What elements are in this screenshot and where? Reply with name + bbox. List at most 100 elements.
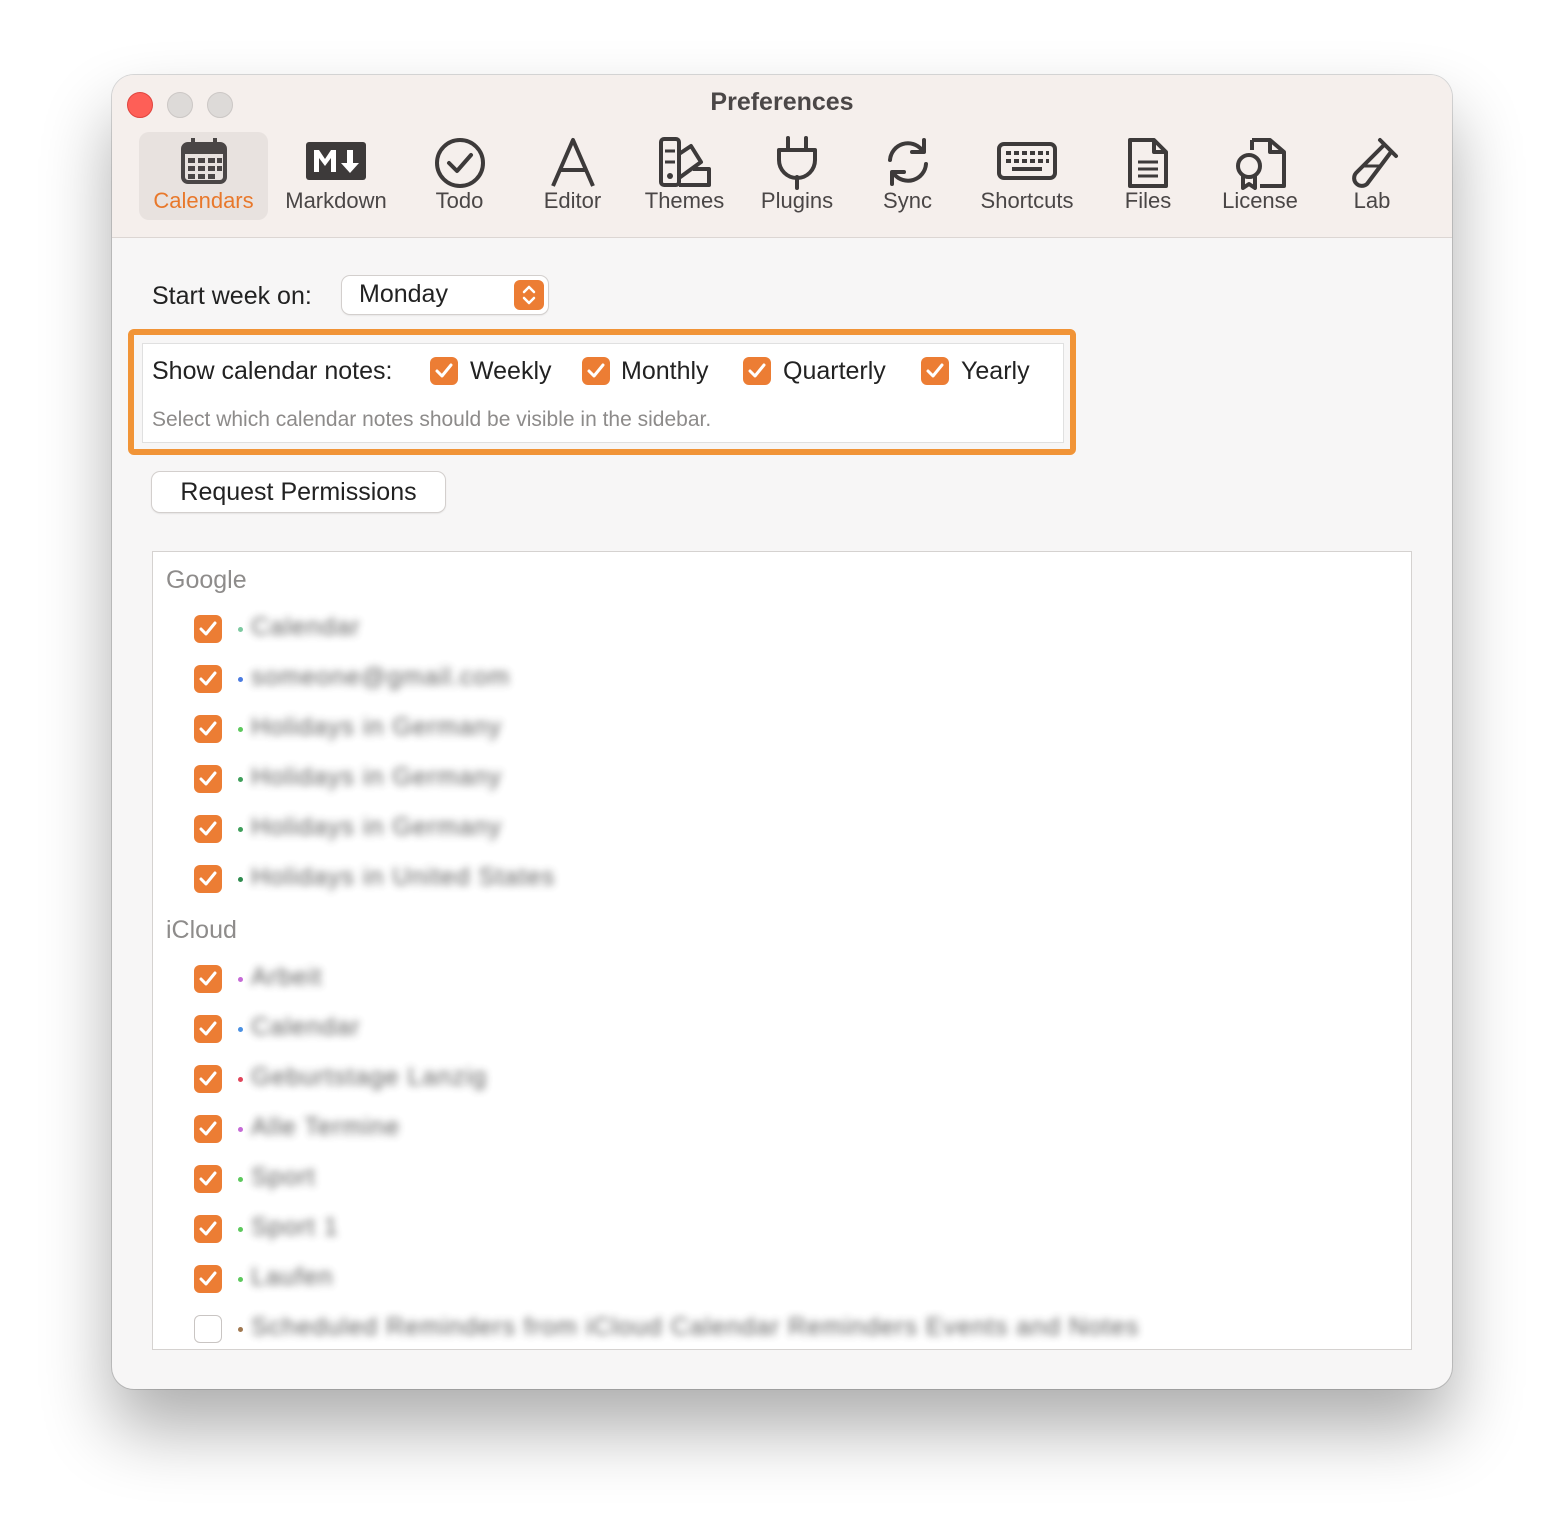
tab-license-label: License — [1222, 188, 1298, 213]
tab-markdown[interactable]: Markdown — [277, 132, 395, 220]
certificate-icon — [1236, 138, 1286, 190]
test-tube-icon — [1352, 138, 1398, 188]
quarterly-checkbox[interactable] — [743, 357, 771, 385]
calendar-row[interactable]: Sport 1 — [153, 1213, 1411, 1255]
tab-shortcuts[interactable]: Shortcuts — [967, 132, 1087, 220]
start-week-value: Monday — [359, 280, 448, 308]
checkmark-icon — [199, 971, 217, 986]
calendar-checkbox[interactable] — [194, 715, 222, 743]
tab-files[interactable]: Files — [1102, 132, 1194, 220]
calendar-row[interactable]: Holidays in Germany — [153, 713, 1411, 755]
tab-sync[interactable]: Sync — [860, 132, 955, 220]
calendar-row[interactable]: Holidays in United States — [153, 863, 1411, 905]
calendar-notes-label: Show calendar notes: — [152, 357, 393, 385]
checkmark-icon — [748, 363, 766, 378]
calendar-color-dot — [238, 677, 243, 682]
tab-shortcuts-label: Shortcuts — [980, 188, 1074, 213]
calendar-color-dot — [238, 1227, 243, 1232]
markdown-icon — [306, 142, 366, 180]
calendar-name: Sport — [251, 1163, 316, 1191]
calendar-row[interactable]: Geburtstage Lanzig — [153, 1063, 1411, 1105]
window-title: Preferences — [710, 88, 854, 116]
calendar-checkbox[interactable] — [194, 815, 222, 843]
calendar-notes-hint: Select which calendar notes should be vi… — [152, 408, 712, 431]
popup-stepper-icon — [514, 280, 544, 310]
title-bar: Preferences Calendars Markdown Todo Edit… — [112, 75, 1452, 238]
calendar-color-dot — [238, 627, 243, 632]
calendar-color-dot — [238, 1327, 243, 1332]
calendar-checkbox[interactable] — [194, 1065, 222, 1093]
calendar-checkbox[interactable] — [194, 1215, 222, 1243]
tab-plugins[interactable]: Plugins — [747, 132, 847, 220]
start-week-popup[interactable]: Monday — [342, 276, 548, 314]
calendar-name: Calendar — [251, 613, 361, 641]
calendar-list[interactable]: Google Calendar someone@gmail.com Holidays… — [152, 551, 1412, 1350]
monthly-checkbox[interactable] — [582, 357, 610, 385]
document-icon — [1128, 138, 1168, 188]
calendar-color-dot — [238, 827, 243, 832]
quarterly-label[interactable]: Quarterly — [783, 357, 886, 386]
tab-lab-label: Lab — [1353, 188, 1391, 213]
calendar-checkbox[interactable] — [194, 1015, 222, 1043]
calendar-checkbox[interactable] — [194, 1165, 222, 1193]
calendar-checkbox[interactable] — [194, 1265, 222, 1293]
calendar-color-dot — [238, 727, 243, 732]
tab-todo-label: Todo — [435, 188, 484, 213]
calendar-row[interactable]: Holidays in Germany — [153, 813, 1411, 855]
letter-a-icon — [550, 138, 595, 187]
calendar-row[interactable]: Laufen — [153, 1263, 1411, 1305]
tab-calendars[interactable]: Calendars — [139, 132, 268, 220]
tab-lab[interactable]: Lab — [1327, 132, 1417, 220]
calendar-checkbox[interactable] — [194, 1315, 222, 1343]
calendar-checkbox[interactable] — [194, 615, 222, 643]
sync-icon — [887, 138, 928, 186]
checkmark-icon — [199, 871, 217, 886]
plug-icon — [777, 136, 817, 190]
group-title-icloud: iCloud — [166, 916, 237, 944]
calendar-color-dot — [238, 977, 243, 982]
calendar-icon — [180, 138, 227, 184]
calendar-row[interactable]: Calendar — [153, 613, 1411, 655]
checkmark-icon — [199, 1071, 217, 1086]
calendar-row[interactable]: Calendar — [153, 1013, 1411, 1055]
swatches-icon — [658, 137, 711, 187]
yearly-checkbox[interactable] — [921, 357, 949, 385]
calendar-name: Holidays in Germany — [251, 713, 503, 741]
highlight-annotation-box — [128, 329, 1076, 455]
group-title-google: Google — [166, 566, 247, 594]
tab-sync-label: Sync — [883, 188, 932, 213]
checkmark-icon — [926, 363, 944, 378]
calendars-pane: Start week on: Monday Show calendar note… — [112, 238, 1452, 1389]
tab-todo[interactable]: Todo — [412, 132, 507, 220]
tab-license[interactable]: License — [1210, 132, 1310, 220]
checkmark-icon — [199, 1221, 217, 1236]
checkmark-icon — [199, 721, 217, 736]
weekly-checkbox[interactable] — [430, 357, 458, 385]
calendar-checkbox[interactable] — [194, 1115, 222, 1143]
calendar-name: Holidays in Germany — [251, 813, 503, 841]
calendar-checkbox[interactable] — [194, 865, 222, 893]
tab-themes[interactable]: Themes — [632, 132, 737, 220]
calendar-row[interactable]: Arbeit — [153, 963, 1411, 1005]
monthly-label[interactable]: Monthly — [621, 357, 709, 386]
tab-editor[interactable]: Editor — [525, 132, 620, 220]
calendar-name: someone@gmail.com — [251, 663, 511, 691]
weekly-label[interactable]: Weekly — [470, 357, 552, 386]
request-permissions-button[interactable]: Request Permissions — [152, 472, 445, 512]
calendar-name: Laufen — [251, 1263, 334, 1291]
calendar-row[interactable]: Holidays in Germany — [153, 763, 1411, 805]
tab-themes-label: Themes — [644, 188, 725, 213]
calendar-row[interactable]: someone@gmail.com — [153, 663, 1411, 705]
calendar-row[interactable]: Alle Termine — [153, 1113, 1411, 1155]
yearly-label[interactable]: Yearly — [961, 357, 1030, 386]
calendar-row[interactable]: Scheduled Reminders from iCloud Calendar… — [153, 1313, 1411, 1349]
calendar-name: Holidays in Germany — [251, 763, 503, 791]
checkmark-icon — [199, 1121, 217, 1136]
checkmark-circle-icon — [434, 138, 485, 188]
checkmark-icon — [587, 363, 605, 378]
calendar-checkbox[interactable] — [194, 765, 222, 793]
tab-editor-label: Editor — [543, 188, 602, 213]
calendar-checkbox[interactable] — [194, 965, 222, 993]
calendar-row[interactable]: Sport — [153, 1163, 1411, 1205]
calendar-checkbox[interactable] — [194, 665, 222, 693]
